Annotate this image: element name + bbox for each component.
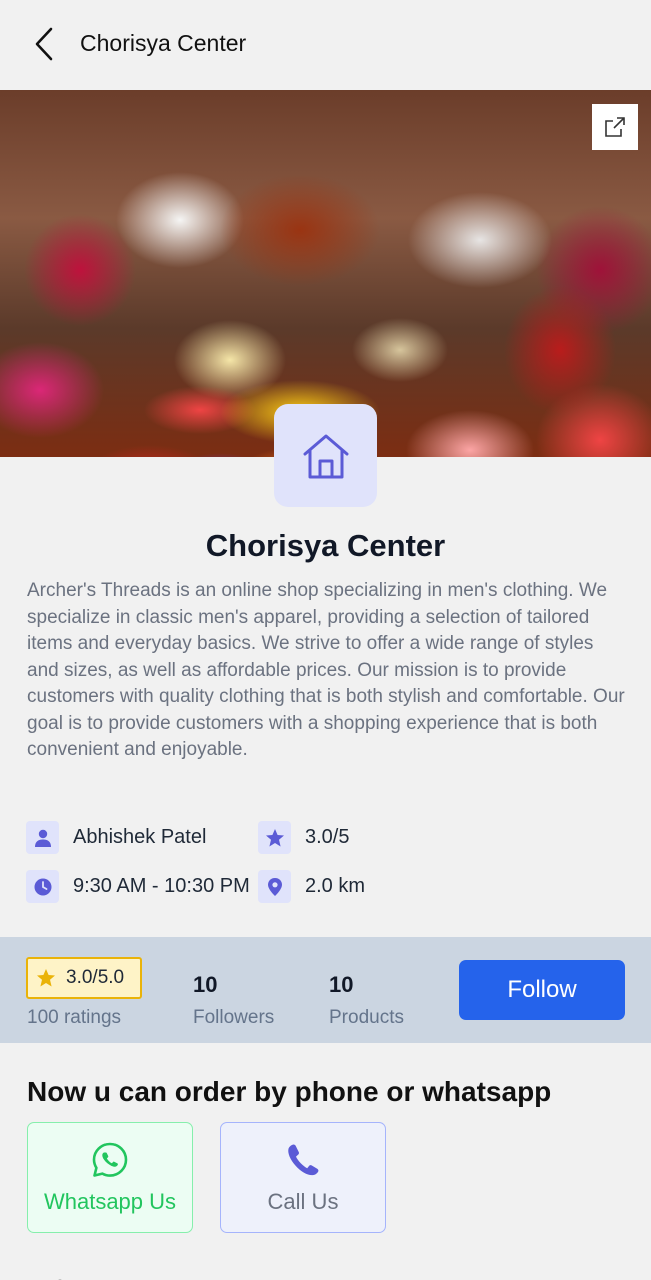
store-stats-bar: 3.0/5.0 100 ratings 10 Followers 10 Prod… bbox=[0, 937, 651, 1043]
location-pin-icon bbox=[258, 870, 291, 903]
store-page: Chorisya Center Chorisya Center Archer's… bbox=[0, 0, 651, 1280]
top-app-bar: Chorisya Center bbox=[0, 0, 651, 90]
distance-info: 2.0 km bbox=[258, 870, 365, 903]
followers-label: Followers bbox=[193, 1007, 275, 1028]
opening-hours: 9:30 AM - 10:30 PM bbox=[73, 875, 250, 897]
products-label: Products bbox=[329, 1007, 404, 1028]
store-description: Archer's Threads is an online shop speci… bbox=[27, 580, 625, 760]
products-count: 10 bbox=[329, 972, 354, 997]
call-button[interactable]: Call Us bbox=[220, 1122, 386, 1233]
person-icon bbox=[26, 821, 59, 854]
store-name: Chorisya Center bbox=[205, 528, 446, 563]
whatsapp-label: Whatsapp Us bbox=[43, 1188, 177, 1214]
ratings-count: 100 ratings bbox=[27, 1007, 122, 1028]
clock-icon bbox=[26, 870, 59, 903]
back-button[interactable] bbox=[26, 24, 62, 64]
home-icon bbox=[303, 434, 348, 478]
star-icon bbox=[258, 821, 291, 854]
rating-value: 3.0/5 bbox=[305, 826, 350, 848]
rating-badge-value: 3.0/5.0 bbox=[66, 967, 125, 988]
phone-icon bbox=[288, 1144, 319, 1175]
call-label: Call Us bbox=[267, 1188, 339, 1214]
owner-info: Abhishek Patel bbox=[26, 821, 206, 854]
share-button[interactable] bbox=[592, 104, 638, 150]
distance-value: 2.0 km bbox=[305, 875, 366, 897]
share-icon bbox=[605, 117, 625, 137]
header-title: Chorisya Center bbox=[80, 30, 247, 56]
follow-button[interactable]: Follow bbox=[459, 960, 625, 1020]
owner-name: Abhishek Patel bbox=[73, 826, 207, 848]
order-heading: Now u can order by phone or whatsapp bbox=[27, 1076, 552, 1107]
store-banner-image bbox=[0, 90, 651, 457]
hours-info: 9:30 AM - 10:30 PM bbox=[26, 870, 250, 903]
rating-info: 3.0/5 bbox=[258, 821, 349, 854]
rating-badge: 3.0/5.0 bbox=[26, 957, 142, 999]
store-logo bbox=[274, 404, 377, 507]
whatsapp-icon bbox=[92, 1142, 128, 1177]
chevron-left-icon bbox=[35, 27, 53, 61]
next-section-peek bbox=[36, 1272, 72, 1280]
star-icon bbox=[37, 969, 55, 987]
whatsapp-button[interactable]: Whatsapp Us bbox=[27, 1122, 193, 1233]
followers-count: 10 bbox=[193, 972, 218, 997]
